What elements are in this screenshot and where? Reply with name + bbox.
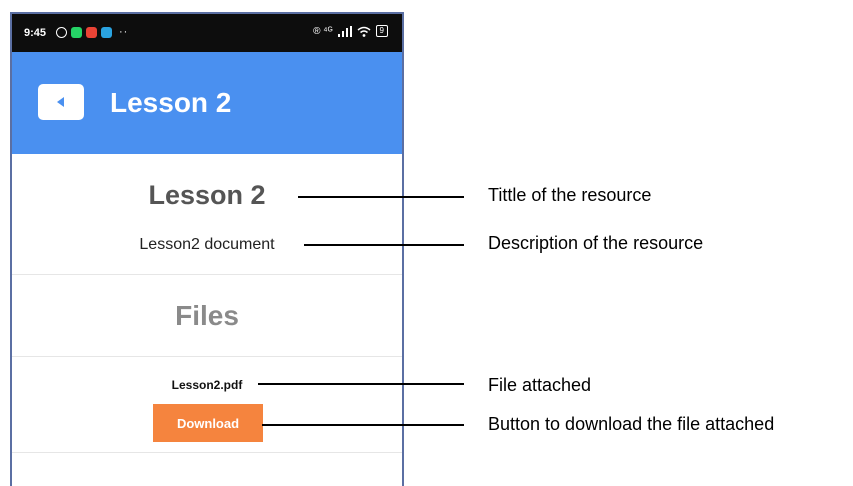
app-bar: Lesson 2 <box>12 52 402 154</box>
divider <box>12 452 402 453</box>
status-time: 9:45 <box>24 27 47 39</box>
divider <box>12 356 402 357</box>
gmail-icon <box>86 26 97 38</box>
battery-icon: 9 <box>375 25 388 37</box>
divider <box>12 274 402 275</box>
app-bar-title: Lesson 2 <box>110 87 232 118</box>
network-indicator: ® ⁴ᴳ <box>313 25 333 37</box>
upload-icon <box>101 26 112 38</box>
annotation-line <box>258 383 464 385</box>
signal-icon <box>337 25 352 37</box>
phone-screen: 9:45 ·· ® ⁴ᴳ 9 Lesson 2 Lesson 2 Lesson2… <box>10 12 404 486</box>
status-bar: 9:45 ·· ® ⁴ᴳ 9 <box>12 14 402 52</box>
files-heading: Files <box>175 300 239 331</box>
more-notifications-dots: ·· <box>119 26 129 38</box>
annotation-title: Tittle of the resource <box>488 185 652 205</box>
download-button[interactable]: Download <box>153 404 263 442</box>
notification-icons: ·· <box>56 26 128 38</box>
back-arrow-icon <box>57 97 64 107</box>
annotation-description: Description of the resource <box>488 233 704 253</box>
back-button[interactable] <box>38 84 84 120</box>
alarm-icon <box>56 26 67 38</box>
annotation-line <box>262 424 464 426</box>
annotation-download: Button to download the file attached <box>488 414 775 434</box>
whatsapp-icon <box>71 26 82 38</box>
file-name[interactable]: Lesson2.pdf <box>12 378 402 392</box>
wifi-icon <box>357 26 371 37</box>
annotation-line <box>304 244 464 246</box>
system-icons: ® ⁴ᴳ 9 <box>313 25 388 37</box>
annotation-line <box>298 196 464 198</box>
annotation-file: File attached <box>488 375 592 395</box>
